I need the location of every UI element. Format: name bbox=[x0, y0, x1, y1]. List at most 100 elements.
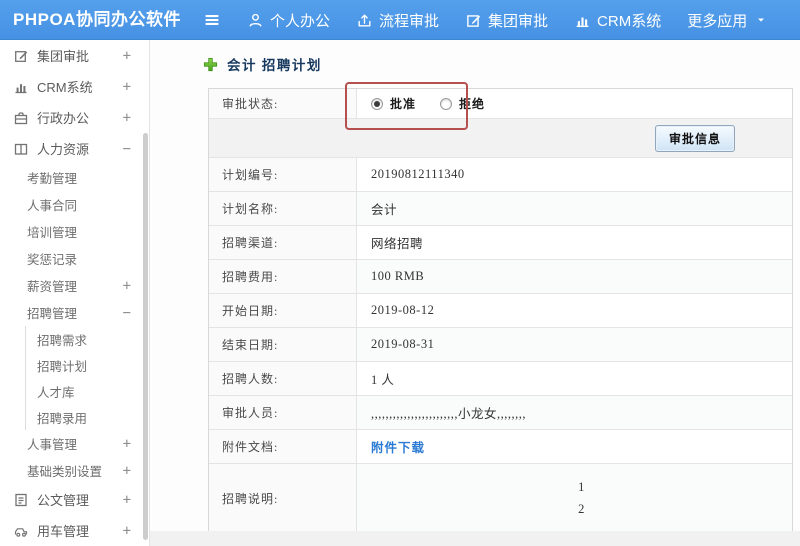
user-icon bbox=[247, 12, 264, 29]
expand-toggle[interactable]: + bbox=[123, 48, 131, 64]
field-value: 附件下载 bbox=[357, 430, 792, 463]
sidebar-item[interactable]: 公文管理 + bbox=[0, 484, 149, 515]
expand-toggle[interactable]: − bbox=[123, 141, 131, 157]
nav-item-group-approval[interactable]: 集团审批 bbox=[465, 10, 548, 31]
sidebar-item[interactable]: 招聘管理 − bbox=[0, 299, 149, 326]
edit-icon bbox=[465, 12, 482, 29]
sidebar-item-label: 培训管理 bbox=[27, 226, 78, 240]
add-plus-icon bbox=[203, 57, 218, 72]
app-window: PHPOA协同办公软件 个人办公 流程审批 集团审批 CRM系统 更多应用 集团… bbox=[0, 0, 800, 546]
app-title: PHPOA协同办公软件 bbox=[13, 10, 181, 29]
field-label: 计划名称: bbox=[209, 192, 357, 225]
table-row: 招聘渠道: 网络招聘 bbox=[209, 226, 792, 260]
page-title-row: 会计 招聘计划 bbox=[203, 54, 322, 74]
briefcase-icon bbox=[13, 110, 29, 126]
top-nav: 个人办公 流程审批 集团审批 CRM系统 更多应用 bbox=[203, 0, 767, 40]
table-row: 招聘人数: 1 人 bbox=[209, 362, 792, 396]
expand-toggle[interactable]: + bbox=[123, 79, 131, 95]
table-row: 招聘费用: 100 RMB bbox=[209, 260, 792, 294]
book-icon bbox=[13, 141, 29, 157]
chart-icon bbox=[574, 12, 591, 29]
sidebar-item-label: 人才库 bbox=[37, 385, 75, 400]
expand-toggle[interactable]: + bbox=[123, 463, 131, 479]
flow-icon bbox=[356, 12, 373, 29]
table-row: 开始日期: 2019-08-12 bbox=[209, 294, 792, 328]
description-line: 2 bbox=[578, 502, 585, 516]
radio-label: 批准 bbox=[390, 97, 417, 111]
sidebar-item-label: 人力资源 bbox=[37, 142, 90, 157]
expand-toggle[interactable]: + bbox=[123, 436, 131, 452]
nav-item-more-apps[interactable]: 更多应用 bbox=[687, 10, 767, 31]
field-label: 结束日期: bbox=[209, 328, 357, 361]
sidebar-item-label: 基础类别设置 bbox=[27, 465, 103, 479]
sidebar-item[interactable]: 基础类别设置 + bbox=[0, 457, 149, 484]
field-label: 招聘人数: bbox=[209, 362, 357, 395]
field-value: 12 bbox=[357, 464, 792, 532]
sidebar-item-label: 考勤管理 bbox=[27, 172, 78, 186]
nav-label: 更多应用 bbox=[687, 12, 748, 30]
sidebar-item[interactable]: 薪资管理 + bbox=[0, 272, 149, 299]
field-label: 附件文档: bbox=[209, 430, 357, 463]
sidebar-item-label: 招聘需求 bbox=[37, 333, 88, 348]
sidebar-item-label: 集团审批 bbox=[37, 49, 90, 64]
sidebar: 集团审批 + CRM系统 + 行政办公 + 人力资源 − 考勤管理 人事合同 培… bbox=[0, 40, 150, 546]
sidebar-item[interactable]: 行政办公 + bbox=[0, 102, 149, 133]
table-row: 招聘说明: 12 bbox=[209, 464, 792, 532]
sidebar-item[interactable]: 培训管理 bbox=[0, 218, 149, 245]
sidebar-item[interactable]: 招聘录用 bbox=[25, 404, 149, 430]
expand-toggle[interactable]: + bbox=[123, 278, 131, 294]
expand-toggle[interactable]: + bbox=[123, 110, 131, 126]
field-label: 计划编号: bbox=[209, 158, 357, 191]
field-value: 网络招聘 bbox=[371, 237, 424, 251]
sidebar-item-label: 行政办公 bbox=[37, 111, 90, 126]
radio-button-checked[interactable] bbox=[371, 97, 383, 110]
sidebar-item[interactable]: 集团审批 + bbox=[0, 40, 149, 71]
nav-item-workflow-approval[interactable]: 流程审批 bbox=[356, 10, 439, 31]
sidebar-item[interactable]: 人事管理 + bbox=[0, 430, 149, 457]
table-row: 计划名称: 会计 bbox=[209, 192, 792, 226]
approve-radio-option[interactable]: 批准 bbox=[371, 95, 416, 112]
caret-down-icon bbox=[755, 14, 767, 26]
field-label: 招聘说明: bbox=[209, 464, 357, 532]
expand-toggle[interactable]: + bbox=[123, 523, 131, 539]
field-value: 20190812111340 bbox=[371, 167, 465, 181]
sidebar-item[interactable]: 考勤管理 bbox=[0, 164, 149, 191]
sidebar-scrollbar-thumb[interactable] bbox=[143, 133, 148, 540]
field-label: 开始日期: bbox=[209, 294, 357, 327]
document-icon bbox=[13, 492, 29, 508]
sidebar-item[interactable]: 招聘需求 bbox=[25, 326, 149, 352]
sidebar-item[interactable]: 人力资源 − bbox=[0, 133, 149, 164]
sidebar-item[interactable]: 用车管理 + bbox=[0, 515, 149, 546]
field-label: 审批人员: bbox=[209, 396, 357, 429]
expand-toggle[interactable]: − bbox=[123, 305, 131, 321]
field-value: ,,,,,,,,,,,,,,,,,,,,,,,,小龙女,,,,,,,, bbox=[371, 407, 527, 421]
edit-icon bbox=[13, 48, 29, 64]
page-title: 会计 招聘计划 bbox=[227, 58, 322, 73]
field-value: 2019-08-31 bbox=[371, 337, 435, 351]
sidebar-item[interactable]: 人事合同 bbox=[0, 191, 149, 218]
sidebar-item-label: 薪资管理 bbox=[27, 280, 78, 294]
nav-item-personal-office[interactable]: 个人办公 bbox=[247, 10, 330, 31]
field-value: 会计 bbox=[371, 203, 398, 217]
sidebar-item[interactable]: 招聘计划 bbox=[25, 352, 149, 378]
expand-toggle[interactable]: + bbox=[123, 492, 131, 508]
sidebar-item[interactable]: 奖惩记录 bbox=[0, 245, 149, 272]
nav-item-crm-system[interactable]: CRM系统 bbox=[574, 10, 661, 31]
sidebar-item[interactable]: CRM系统 + bbox=[0, 71, 149, 102]
sidebar-item[interactable]: 人才库 bbox=[25, 378, 149, 404]
hamburger-menu-icon[interactable] bbox=[203, 11, 221, 29]
approval-info-button[interactable]: 审批信息 bbox=[654, 124, 735, 152]
sidebar-item-label: CRM系统 bbox=[37, 80, 93, 95]
content-footer-strip bbox=[150, 531, 800, 546]
radio-button-unchecked[interactable] bbox=[440, 97, 453, 110]
reject-radio-option[interactable]: 拒绝 bbox=[440, 95, 485, 112]
field-label: 招聘渠道: bbox=[209, 226, 357, 259]
table-row: 审批人员: ,,,,,,,,,,,,,,,,,,,,,,,,小龙女,,,,,,,… bbox=[209, 396, 792, 430]
approval-status-row: 审批状态: 批准 拒绝 bbox=[209, 89, 792, 119]
field-value: 2019-08-12 bbox=[371, 303, 435, 317]
attachment-download-link[interactable]: 附件下载 bbox=[371, 437, 425, 456]
sidebar-item-label: 招聘管理 bbox=[27, 307, 78, 321]
table-row: 结束日期: 2019-08-31 bbox=[209, 328, 792, 362]
field-label: 招聘费用: bbox=[209, 260, 357, 293]
sidebar-item-label: 人事管理 bbox=[27, 438, 78, 452]
